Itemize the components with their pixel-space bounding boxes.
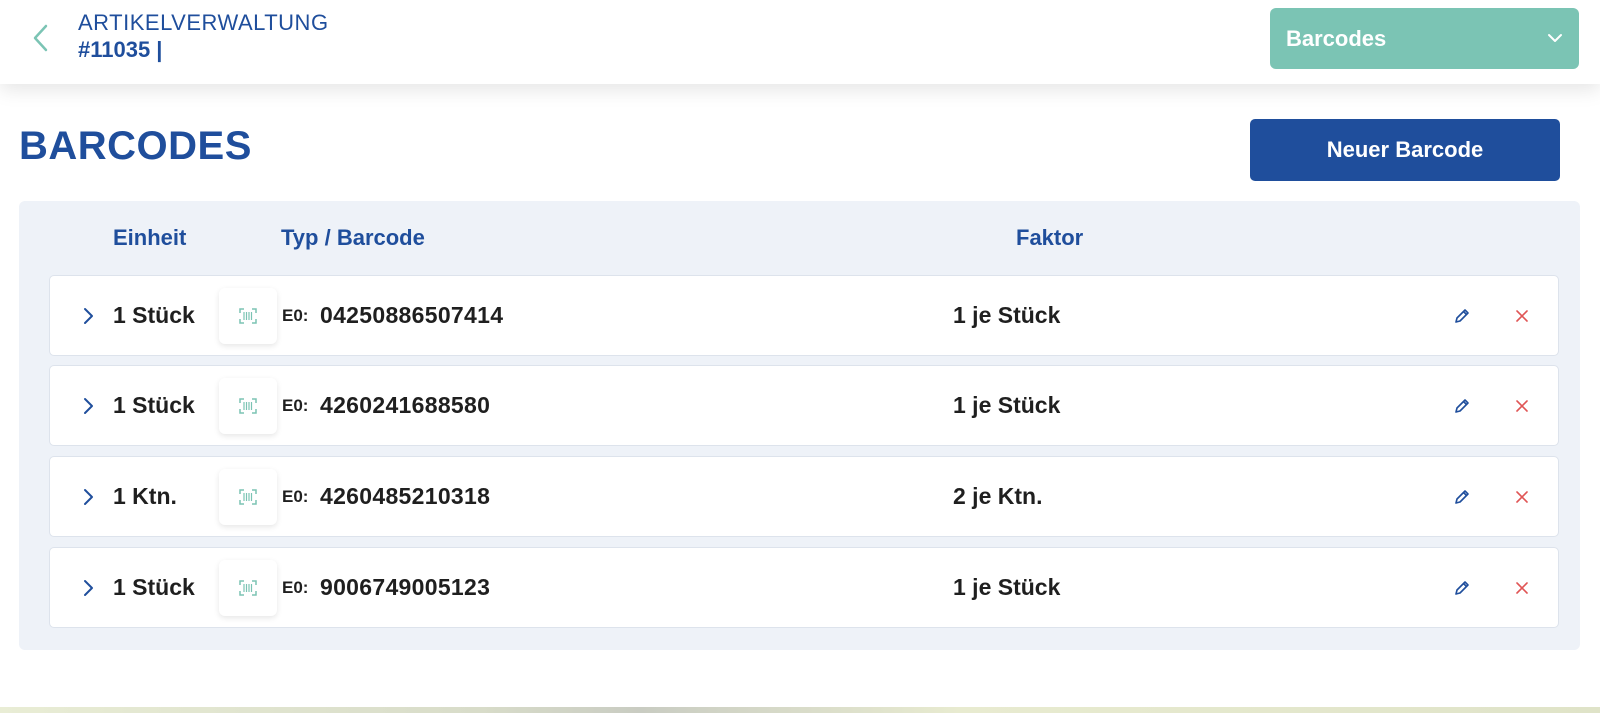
section-title: ARTIKELVERWALTUNG [78,10,329,35]
row-barcode-value: 4260241688580 [320,392,491,418]
close-icon [1516,582,1528,594]
pencil-icon [1455,309,1469,323]
barcode-scan-icon-box [219,378,277,434]
barcode-scan-icon [239,398,257,414]
row-unit: 1 Stück [113,392,195,418]
table-row: 1 Stück E0: 4260241688580 1 je Stück [49,365,1559,446]
chevron-right-icon [84,308,93,324]
row-unit: 1 Ktn. [113,483,177,509]
back-button[interactable] [24,20,56,56]
expand-row-button[interactable] [76,394,100,418]
expand-row-button[interactable] [76,304,100,328]
row-barcode-type: E0: [282,396,309,415]
chevron-right-icon [84,580,93,596]
row-factor: 2 je Ktn. [953,483,1043,509]
row-barcode-type: E0: [282,306,309,325]
barcode-scan-icon [239,580,257,596]
barcode-scan-icon [239,308,257,324]
barcode-scan-icon-box [219,560,277,616]
row-factor: 1 je Stück [953,392,1061,418]
article-id: #11035 | [78,37,163,62]
background-strip [0,707,1600,713]
pencil-icon [1455,490,1469,504]
chevron-right-icon [84,398,93,414]
pencil-icon [1455,581,1469,595]
table-row: 1 Stück E0: 9006749005123 1 je Stück [49,547,1559,628]
table-row: 1 Ktn. E0: 4260485210318 2 je Ktn. [49,456,1559,537]
chevron-right-icon [84,489,93,505]
delete-row-button[interactable] [1510,304,1534,328]
close-icon [1516,491,1528,503]
barcode-scan-icon-box [219,469,277,525]
column-header-factor: Faktor [1016,225,1084,250]
edit-row-button[interactable] [1450,304,1474,328]
new-barcode-button[interactable]: Neuer Barcode [1250,119,1560,181]
delete-row-button[interactable] [1510,394,1534,418]
page-title: BARCODES [19,124,252,168]
row-barcode-value: 9006749005123 [320,574,491,600]
expand-row-button[interactable] [76,485,100,509]
row-barcode-value: 4260485210318 [320,483,491,509]
chevron-down-icon [1548,34,1562,42]
column-header-unit: Einheit [113,225,187,250]
barcode-scan-icon [239,489,257,505]
row-factor: 1 je Stück [953,574,1061,600]
view-select-dropdown[interactable]: Barcodes [1270,8,1579,69]
delete-row-button[interactable] [1510,485,1534,509]
edit-row-button[interactable] [1450,576,1474,600]
barcode-scan-icon-box [219,288,277,344]
close-icon [1516,310,1528,322]
pencil-icon [1455,399,1469,413]
table-row: 1 Stück E0: 04250886507414 1 je Stück [49,275,1559,356]
chevron-left-icon [33,24,48,52]
row-unit: 1 Stück [113,574,195,600]
barcode-table: Einheit Typ / Barcode Faktor 1 Stück E0:… [19,201,1580,650]
expand-row-button[interactable] [76,576,100,600]
row-factor: 1 je Stück [953,302,1061,328]
edit-row-button[interactable] [1450,485,1474,509]
edit-row-button[interactable] [1450,394,1474,418]
header-titles: ARTIKELVERWALTUNG #11035 | [78,10,329,64]
row-barcode-type: E0: [282,487,309,506]
row-barcode-type: E0: [282,578,309,597]
delete-row-button[interactable] [1510,576,1534,600]
close-icon [1516,400,1528,412]
column-header-type-barcode: Typ / Barcode [281,225,425,250]
app-header: ARTIKELVERWALTUNG #11035 | Barcodes [0,0,1600,84]
row-barcode-value: 04250886507414 [320,302,504,328]
view-select-value: Barcodes [1286,25,1387,51]
row-unit: 1 Stück [113,302,195,328]
